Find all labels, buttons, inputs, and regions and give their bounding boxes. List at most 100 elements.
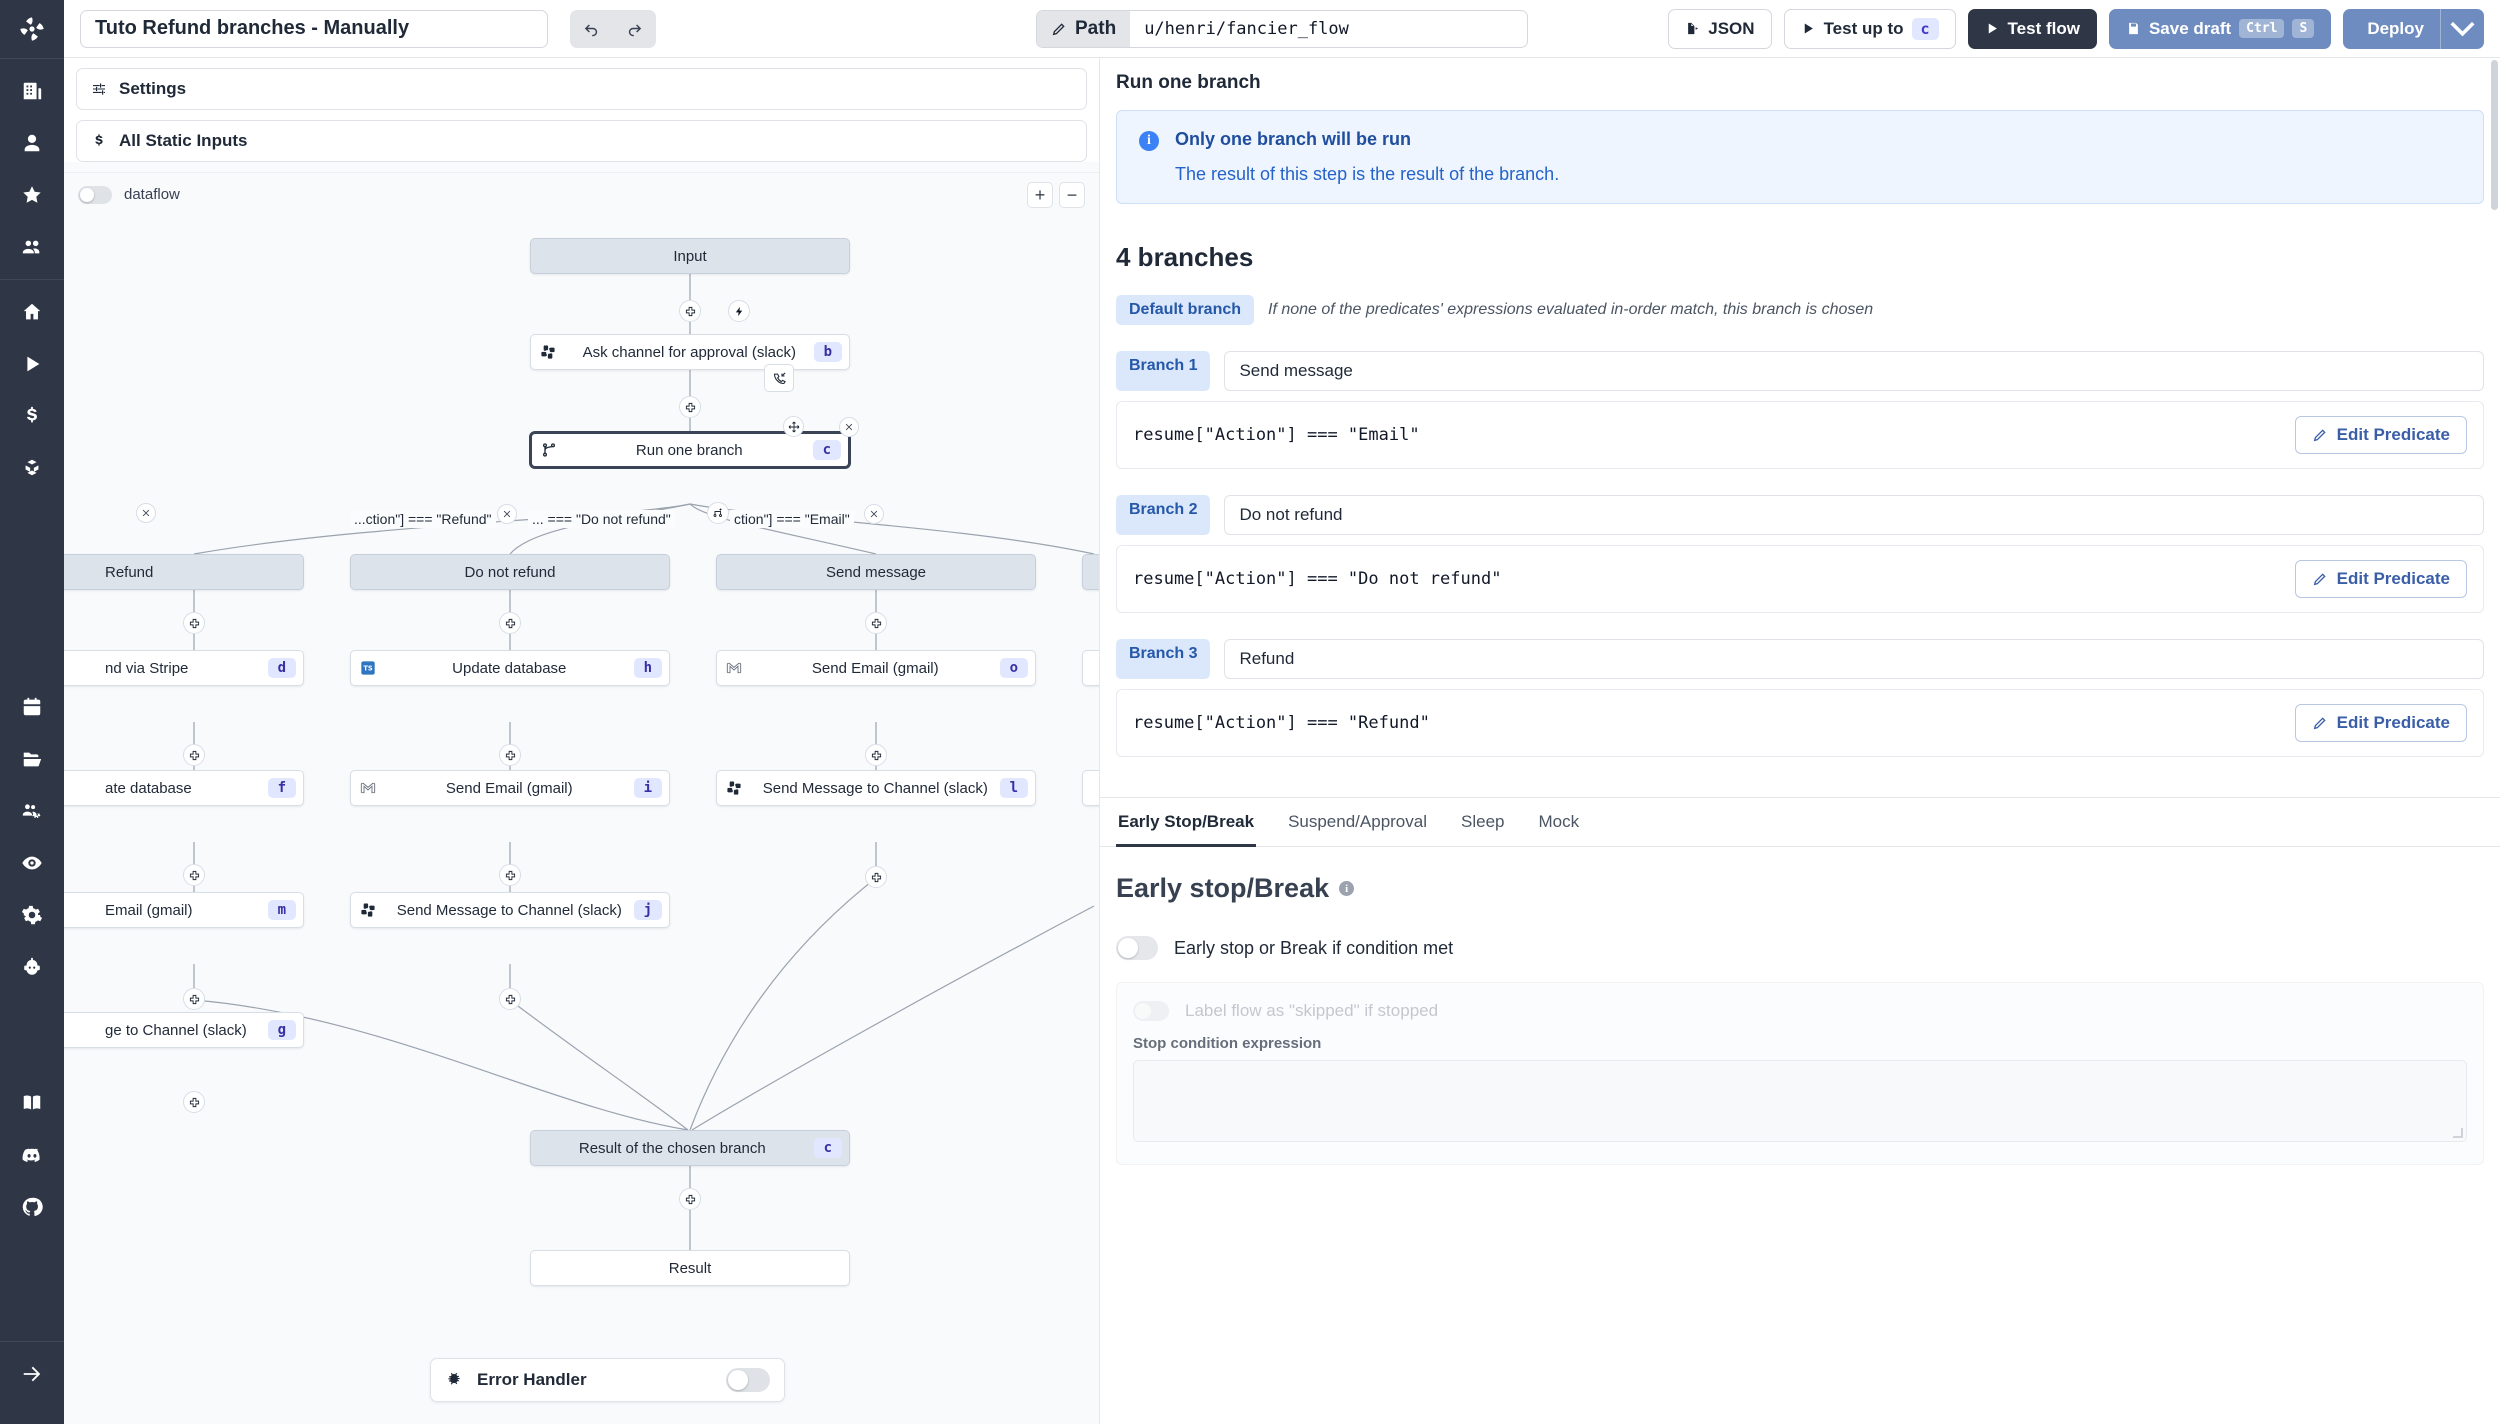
node-send-slack-3[interactable]: Send Message to Channel (slack) l [716, 770, 1036, 806]
add-step-button[interactable] [183, 988, 205, 1010]
add-step-button[interactable] [865, 866, 887, 888]
node-ask-approval[interactable]: Ask channel for approval (slack) b [530, 334, 850, 370]
node-send-slack-refund-key: g [267, 1020, 296, 1040]
add-step-button[interactable] [679, 1188, 701, 1210]
zoom-out-button[interactable]: − [1059, 181, 1085, 208]
sidebar-item-workspace[interactable] [6, 65, 58, 117]
node-result-of-chosen-branch-label: Result of the chosen branch [578, 1139, 766, 1157]
tab-mock[interactable]: Mock [1536, 798, 1581, 847]
branch-summary-input-2[interactable]: Do not refund [1224, 495, 2484, 535]
delete-branch-button[interactable] [136, 503, 156, 523]
sidebar-item-settings[interactable] [6, 889, 58, 941]
sidebar-item-home[interactable] [6, 286, 58, 338]
tab-sleep[interactable]: Sleep [1459, 798, 1506, 847]
add-step-button[interactable] [183, 744, 205, 766]
edit-predicate-button-2[interactable]: Edit Predicate [2294, 560, 2467, 598]
sidebar-item-discord[interactable] [6, 1129, 58, 1181]
path-field[interactable]: Path u/henri/fancier_flow [1036, 9, 1528, 48]
sidebar-item-billing[interactable] [6, 390, 58, 442]
trigger-bolt-icon[interactable] [728, 300, 750, 322]
branch-summary-input-3[interactable]: Refund [1224, 639, 2484, 679]
sidebar-item-resources[interactable] [6, 442, 58, 494]
zoom-in-button[interactable]: + [1027, 181, 1053, 208]
node-branch-head-refund[interactable]: Refund [64, 554, 304, 590]
json-button[interactable]: JSON [1668, 8, 1772, 49]
redo-icon[interactable] [616, 12, 654, 46]
node-run-one-branch[interactable]: Run one branch c [530, 432, 850, 468]
stop-condition-textarea[interactable] [1133, 1060, 2467, 1142]
node-refund-via-stripe[interactable]: nd via Stripe d [64, 650, 304, 686]
node-send-slack-2[interactable]: Send Message to Channel (slack) j [350, 892, 670, 928]
node-branch-head-do-not-refund[interactable]: Do not refund [350, 554, 670, 590]
error-handler-toggle[interactable] [726, 1368, 770, 1392]
sidebar-item-folders[interactable] [6, 733, 58, 785]
delete-node-button[interactable] [839, 417, 859, 437]
suspend-call-icon[interactable] [764, 364, 794, 392]
sidebar-item-schedules[interactable] [6, 681, 58, 733]
add-step-button[interactable] [499, 864, 521, 886]
add-branch-button[interactable] [707, 502, 729, 524]
delete-branch-button[interactable] [864, 504, 884, 524]
add-step-button[interactable] [865, 612, 887, 634]
tab-early-stop-break[interactable]: Early Stop/Break [1116, 798, 1257, 847]
node-send-email-gmail-2[interactable]: Send Email (gmail) i [350, 770, 670, 806]
test-flow-button[interactable]: Test flow [1967, 8, 2097, 49]
add-step-button[interactable] [499, 612, 521, 634]
sidebar-item-github[interactable] [6, 1181, 58, 1233]
sidebar-collapse-toggle[interactable] [6, 1348, 58, 1400]
node-result[interactable]: Result [530, 1250, 850, 1286]
dataflow-toggle[interactable] [78, 185, 112, 204]
tab-suspend-approval[interactable]: Suspend/Approval [1286, 798, 1429, 847]
add-step-button[interactable] [499, 744, 521, 766]
delete-branch-button[interactable] [497, 504, 517, 524]
node-result-of-chosen-branch[interactable]: Result of the chosen branch c [530, 1130, 850, 1166]
add-step-button[interactable] [865, 744, 887, 766]
panel-header: Run one branch [1100, 58, 2500, 94]
add-step-button[interactable] [183, 612, 205, 634]
node-update-database[interactable]: TS Update database h [350, 650, 670, 686]
branch-summary-input-1[interactable]: Send message [1224, 351, 2484, 391]
static-inputs-row[interactable]: All Static Inputs [76, 120, 1087, 162]
chevron-down-icon[interactable] [2440, 8, 2484, 49]
help-icon[interactable]: i [1339, 881, 1355, 896]
panel-scrollbar[interactable] [2491, 60, 2498, 210]
node-update-database-refund[interactable]: ate database f [64, 770, 304, 806]
node-branch-head-default[interactable] [1082, 554, 1099, 590]
node-default-branch-step-2[interactable] [1082, 770, 1099, 806]
node-default-branch-step-1[interactable] [1082, 650, 1099, 686]
sidebar-item-runs[interactable] [6, 338, 58, 390]
sidebar-item-workers[interactable] [6, 785, 58, 837]
sidebar-item-favorites[interactable] [6, 169, 58, 221]
path-label: Path [1037, 10, 1131, 47]
app-logo[interactable] [0, 0, 64, 58]
sidebar-item-user[interactable] [6, 117, 58, 169]
settings-row[interactable]: Settings [76, 68, 1087, 110]
sidebar-item-ai-agent[interactable] [6, 941, 58, 993]
edit-predicate-button-1[interactable]: Edit Predicate [2294, 416, 2467, 454]
node-send-slack-refund[interactable]: ge to Channel (slack) g [64, 1012, 304, 1048]
add-step-button[interactable] [499, 988, 521, 1010]
flow-name-input[interactable]: Tuto Refund branches - Manually [80, 9, 548, 48]
sidebar-item-audit-logs[interactable] [6, 837, 58, 889]
add-step-button[interactable] [183, 1091, 205, 1113]
node-branch-head-send-message[interactable]: Send message [716, 554, 1036, 590]
node-send-email-refund-label: Email (gmail) [105, 901, 193, 919]
early-stop-toggle[interactable] [1116, 936, 1158, 960]
sidebar-item-docs[interactable] [6, 1077, 58, 1129]
node-send-email-gmail-3[interactable]: Send Email (gmail) o [716, 650, 1036, 686]
node-input[interactable]: Input [530, 238, 850, 274]
edit-predicate-button-3[interactable]: Edit Predicate [2294, 704, 2467, 742]
deploy-button[interactable]: Deploy [2343, 8, 2440, 49]
add-step-button[interactable] [183, 864, 205, 886]
save-draft-button[interactable]: Save draft Ctrl S [2108, 8, 2332, 49]
test-up-to-button[interactable]: Test up to c [1783, 8, 1956, 49]
add-step-button[interactable] [679, 300, 701, 322]
sidebar-item-groups[interactable] [6, 221, 58, 273]
flow-graph[interactable]: Input Ask channel for approval (slack) b [64, 206, 1099, 1424]
add-step-button[interactable] [679, 396, 701, 418]
path-value[interactable]: u/henri/fancier_flow [1130, 11, 1527, 47]
undo-icon[interactable] [573, 12, 611, 46]
move-node-handle[interactable] [783, 416, 804, 437]
error-handler-bar[interactable]: Error Handler [430, 1358, 785, 1402]
node-send-email-refund[interactable]: Email (gmail) m [64, 892, 304, 928]
